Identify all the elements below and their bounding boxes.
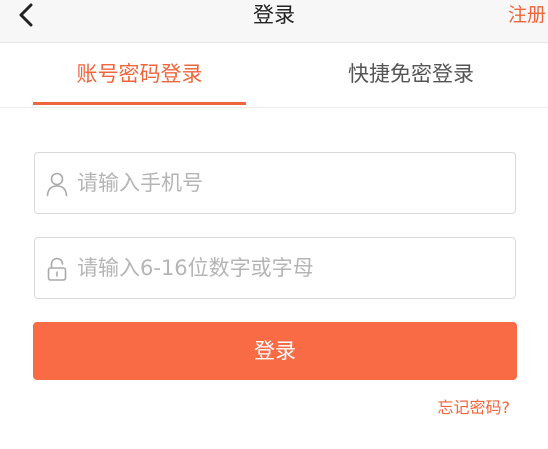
user-icon	[46, 172, 68, 197]
login-tabs: 账号密码登录 快捷免密登录	[0, 43, 548, 108]
password-field[interactable]	[34, 237, 516, 299]
login-button[interactable]: 登录	[33, 322, 517, 380]
nav-bar: 登录 注册	[0, 0, 548, 43]
tab-quick-login[interactable]: 快捷免密登录	[304, 43, 518, 107]
register-link[interactable]: 注册	[508, 0, 546, 30]
page-title: 登录	[253, 3, 295, 27]
password-input[interactable]	[77, 238, 497, 298]
phone-field[interactable]	[34, 152, 516, 214]
lock-icon	[47, 257, 67, 281]
tab-account-password[interactable]: 账号密码登录	[33, 43, 246, 107]
forgot-password-link[interactable]: 忘记密码?	[438, 396, 511, 420]
active-tab-indicator	[33, 102, 246, 105]
phone-input[interactable]	[77, 153, 497, 213]
